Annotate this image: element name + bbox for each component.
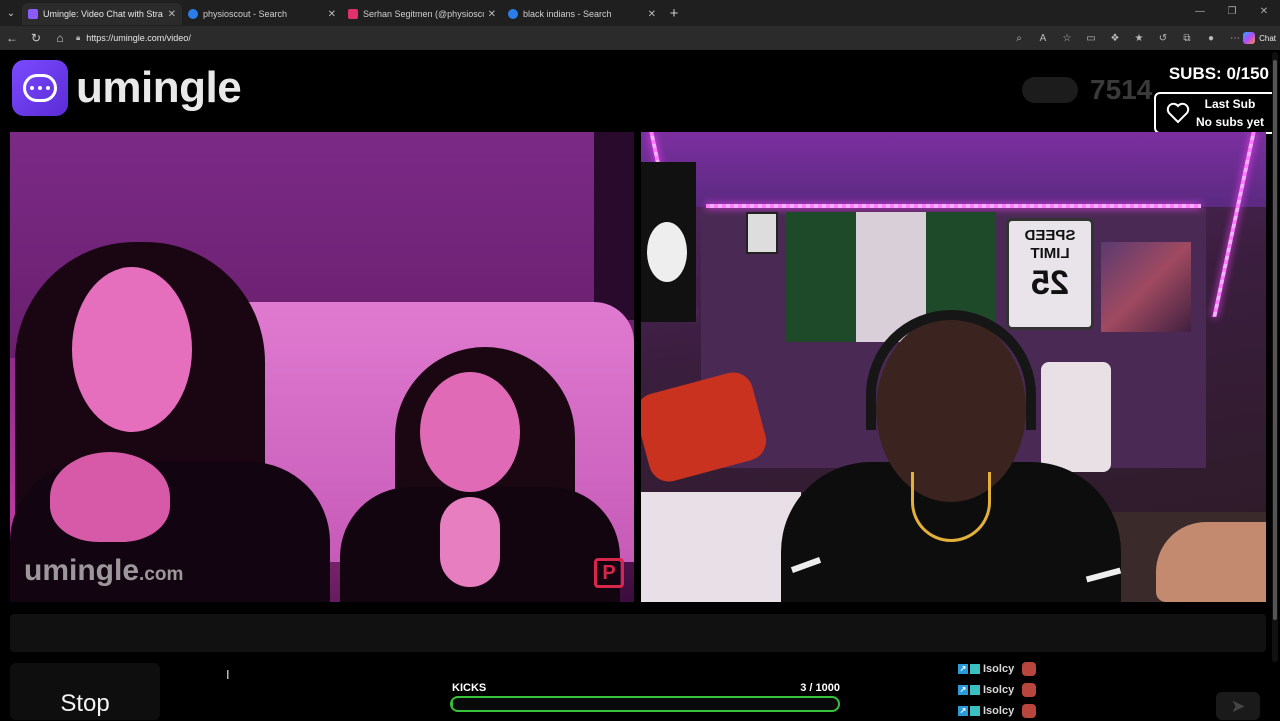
- tab-instagram[interactable]: Serhan Segitmen (@physioscout) ✕: [342, 3, 502, 25]
- new-tab-button[interactable]: +: [662, 5, 686, 22]
- close-tab-icon[interactable]: ✕: [168, 9, 176, 20]
- speed-limit-sign: SPEED LIMIT 25: [1006, 218, 1094, 330]
- kicks-label: KICKS: [452, 682, 487, 694]
- minimize-icon[interactable]: —: [1184, 0, 1216, 26]
- collections-icon[interactable]: ⧉: [1178, 33, 1196, 44]
- url-text: https://umingle.com/video/: [86, 33, 191, 43]
- close-window-icon[interactable]: ✕: [1248, 0, 1280, 26]
- copilot-icon: [1243, 32, 1256, 44]
- kicks-progress-bar: [450, 696, 840, 712]
- umingle-watermark: umingle.com: [24, 554, 184, 587]
- kicks-count: 3 / 1000: [800, 682, 840, 694]
- feed-user: Isolcy: [983, 683, 1015, 696]
- favorite-star-icon[interactable]: ☆: [1058, 33, 1076, 44]
- media-icon[interactable]: ▭: [1082, 33, 1100, 44]
- subs-counter: SUBS: 0/150: [1168, 64, 1269, 83]
- close-tab-icon[interactable]: ✕: [328, 9, 336, 20]
- window-controls: — ❐ ✕: [1184, 0, 1280, 26]
- profile-avatar-icon[interactable]: ●: [1202, 33, 1220, 44]
- event-feed: ↗ Isolcy ↗ Isolcy ↗ Isolcy: [958, 658, 1048, 721]
- tab-label: black indians - Search: [523, 9, 612, 19]
- search-favicon-icon: [188, 9, 198, 19]
- maximize-icon[interactable]: ❐: [1216, 0, 1248, 26]
- reload-icon[interactable]: ↻: [24, 31, 48, 45]
- badge-icon: ↗: [958, 663, 968, 674]
- tab-label: Umingle: Video Chat with Stra: [43, 9, 163, 19]
- person-left: [72, 267, 192, 432]
- tab-label: Serhan Segitmen (@physioscout): [363, 9, 484, 19]
- corner-p-logo-icon: P: [594, 558, 624, 588]
- chat-bubble-logo-icon: [12, 60, 68, 116]
- badge-icon: [970, 663, 980, 674]
- online-toggle: [1022, 77, 1078, 103]
- tab-actions-icon[interactable]: ⌄: [0, 0, 22, 26]
- storage-bin: [1041, 362, 1111, 472]
- stop-button[interactable]: Stop: [10, 663, 160, 720]
- self-video: SPEED LIMIT 25: [641, 132, 1266, 602]
- tab-physioscout-search[interactable]: physioscout - Search ✕: [182, 3, 342, 25]
- zoom-icon[interactable]: ⌕: [1010, 33, 1028, 44]
- kicks-progress-fill: [452, 698, 454, 710]
- last-sub-label: Last Sub: [1204, 97, 1256, 111]
- feed-item: ↗ Isolcy: [958, 658, 1048, 679]
- last-sub-box: Last Sub No subs yet: [1154, 92, 1277, 134]
- instagram-favicon-icon: [348, 9, 358, 19]
- feed-item: ↗ Isolcy: [958, 700, 1048, 721]
- feed-user: Isolcy: [983, 704, 1015, 717]
- umingle-favicon-icon: [28, 9, 38, 19]
- red-pillow: [641, 368, 771, 486]
- logo-text: umingle: [76, 63, 242, 112]
- heart-icon: [1166, 102, 1190, 124]
- stranger-video: umingle.com P: [10, 132, 634, 602]
- browser-toolbar: ⌕ A ☆ ▭ ❖ ★ ↺ ⧉ ● ⋯: [1010, 26, 1244, 50]
- send-arrow-icon: ➤: [1230, 695, 1246, 716]
- last-sub-value: No subs yet: [1196, 115, 1265, 129]
- tab-label: physioscout - Search: [203, 9, 288, 19]
- badge-icon: [970, 684, 980, 695]
- badge-icon: ↗: [958, 684, 968, 695]
- scrollbar-thumb[interactable]: [1273, 60, 1277, 620]
- wall-frame: [746, 212, 778, 254]
- badge-icon: ↗: [958, 705, 968, 716]
- url-field[interactable]: 🔒︎ https://umingle.com/video/: [76, 33, 191, 43]
- search-favicon-icon: [508, 9, 518, 19]
- online-count: 7514: [1090, 74, 1153, 105]
- feed-user: Isolcy: [983, 662, 1015, 675]
- extensions-icon[interactable]: ❖: [1106, 33, 1124, 44]
- emote-icon: [1022, 661, 1037, 676]
- led-strip: [706, 204, 1201, 208]
- emote-icon: [1022, 703, 1037, 718]
- history-icon[interactable]: ↺: [1154, 33, 1172, 44]
- close-tab-icon[interactable]: ✕: [488, 9, 496, 20]
- chat-button-label: Chat: [1259, 33, 1276, 43]
- emote-icon: [1022, 682, 1037, 697]
- more-menu-icon[interactable]: ⋯: [1226, 33, 1244, 44]
- copilot-chat-button[interactable]: Chat: [1243, 30, 1276, 46]
- anime-poster: [1101, 242, 1191, 332]
- home-icon[interactable]: ⌂: [48, 31, 72, 45]
- site-logo[interactable]: umingle: [12, 60, 242, 116]
- text-cursor-icon: I: [226, 667, 230, 682]
- address-bar: ← ↻ ⌂ 🔒︎ https://umingle.com/video/ ⌕ A …: [0, 26, 1280, 50]
- badge-icon: [970, 705, 980, 716]
- close-tab-icon[interactable]: ✕: [648, 9, 656, 20]
- read-aloud-icon[interactable]: A: [1034, 33, 1052, 44]
- tab-umingle[interactable]: Umingle: Video Chat with Stra ✕: [22, 3, 182, 25]
- browser-tab-bar: ⌄ Umingle: Video Chat with Stra ✕ physio…: [0, 0, 1280, 26]
- umingle-page: umingle 7514 SUBS: 0/150 Last Sub No sub…: [0, 50, 1280, 720]
- jolly-roger-flag: [641, 162, 696, 322]
- person-right: [420, 372, 520, 492]
- tab-black-indians-search[interactable]: black indians - Search ✕: [502, 3, 662, 25]
- bed: [641, 492, 801, 602]
- lock-icon: 🔒︎: [76, 33, 81, 42]
- feed-item: ↗ Isolcy: [958, 679, 1048, 700]
- chat-log: [10, 614, 1266, 652]
- favorites-icon[interactable]: ★: [1130, 33, 1148, 44]
- back-icon[interactable]: ←: [0, 31, 24, 45]
- send-button[interactable]: ➤: [1216, 692, 1260, 720]
